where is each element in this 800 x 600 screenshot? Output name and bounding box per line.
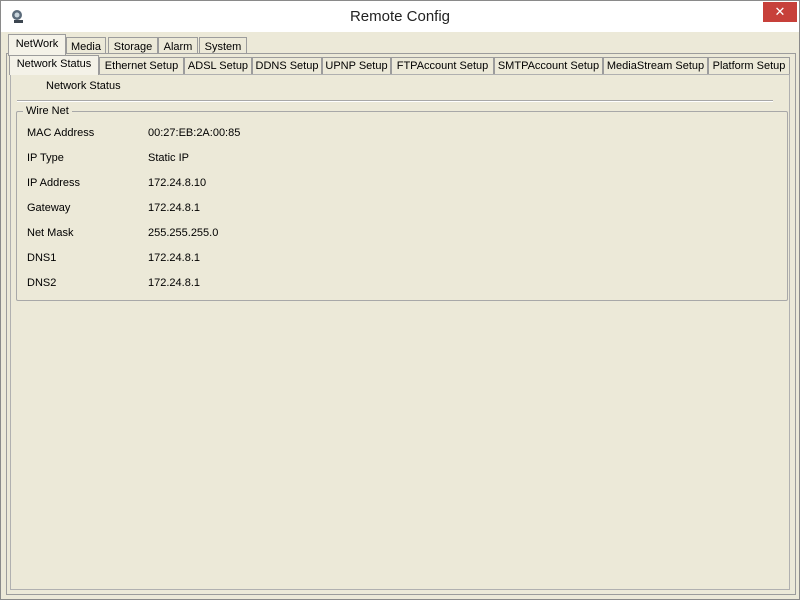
net-mask-label: Net Mask xyxy=(27,227,74,239)
close-button[interactable]: ✕ xyxy=(763,2,797,22)
ip-address-label: IP Address xyxy=(27,177,80,189)
tab-smtpaccount-setup[interactable]: SMTPAccount Setup xyxy=(494,57,603,75)
dns1-value: 172.24.8.1 xyxy=(148,252,200,264)
group-title: Wire Net xyxy=(23,105,72,117)
ip-type-label: IP Type xyxy=(27,152,64,164)
remote-config-window: Remote Config ✕ NetWork Media Storage Al… xyxy=(0,0,800,600)
tab-platform-setup[interactable]: Platform Setup xyxy=(708,57,790,75)
dns2-row: DNS2 172.24.8.1 xyxy=(17,277,787,293)
dns1-row: DNS1 172.24.8.1 xyxy=(17,252,787,268)
mac-address-row: MAC Address 00:27:EB:2A:00:85 xyxy=(17,127,787,143)
mac-address-value: 00:27:EB:2A:00:85 xyxy=(148,127,241,139)
net-mask-row: Net Mask 255.255.255.0 xyxy=(17,227,787,243)
ip-address-value: 172.24.8.10 xyxy=(148,177,207,189)
window-title: Remote Config xyxy=(349,8,451,25)
section-divider xyxy=(17,100,773,102)
dialog-body: NetWork Media Storage Alarm System Netwo… xyxy=(2,32,798,598)
section-title: Network Status xyxy=(46,80,121,92)
tab-ethernet-setup[interactable]: Ethernet Setup xyxy=(99,57,184,75)
tab-network-status[interactable]: Network Status xyxy=(9,55,99,75)
dns1-label: DNS1 xyxy=(27,252,57,264)
gateway-label: Gateway xyxy=(27,202,71,214)
ip-address-row: IP Address 172.24.8.10 xyxy=(17,177,787,193)
close-icon: ✕ xyxy=(774,4,786,19)
tab-ftpaccount-setup[interactable]: FTPAccount Setup xyxy=(391,57,494,75)
dns2-label: DNS2 xyxy=(27,277,57,289)
gateway-row: Gateway 172.24.8.1 xyxy=(17,202,787,218)
wire-net-group: Wire Net MAC Address 00:27:EB:2A:00:85 I… xyxy=(16,105,788,301)
dns2-value: 172.24.8.1 xyxy=(148,277,200,289)
title-bar[interactable]: Remote Config ✕ xyxy=(1,1,799,32)
tab-adsl-setup[interactable]: ADSL Setup xyxy=(184,57,252,75)
tab-ddns-setup[interactable]: DDNS Setup xyxy=(252,57,322,75)
tab-mediastream-setup[interactable]: MediaStream Setup xyxy=(603,57,708,75)
network-status-panel: Network Status Wire Net MAC Address 00:2… xyxy=(10,74,790,590)
ip-type-value: Static IP xyxy=(148,152,189,164)
mac-address-label: MAC Address xyxy=(27,127,95,139)
tab-network[interactable]: NetWork xyxy=(8,34,66,56)
tab-upnp-setup[interactable]: UPNP Setup xyxy=(322,57,391,75)
ip-type-row: IP Type Static IP xyxy=(17,152,787,168)
gateway-value: 172.24.8.1 xyxy=(148,202,200,214)
network-tab-panel: Network Status Ethernet Setup ADSL Setup… xyxy=(6,53,796,595)
net-mask-value: 255.255.255.0 xyxy=(148,227,219,239)
